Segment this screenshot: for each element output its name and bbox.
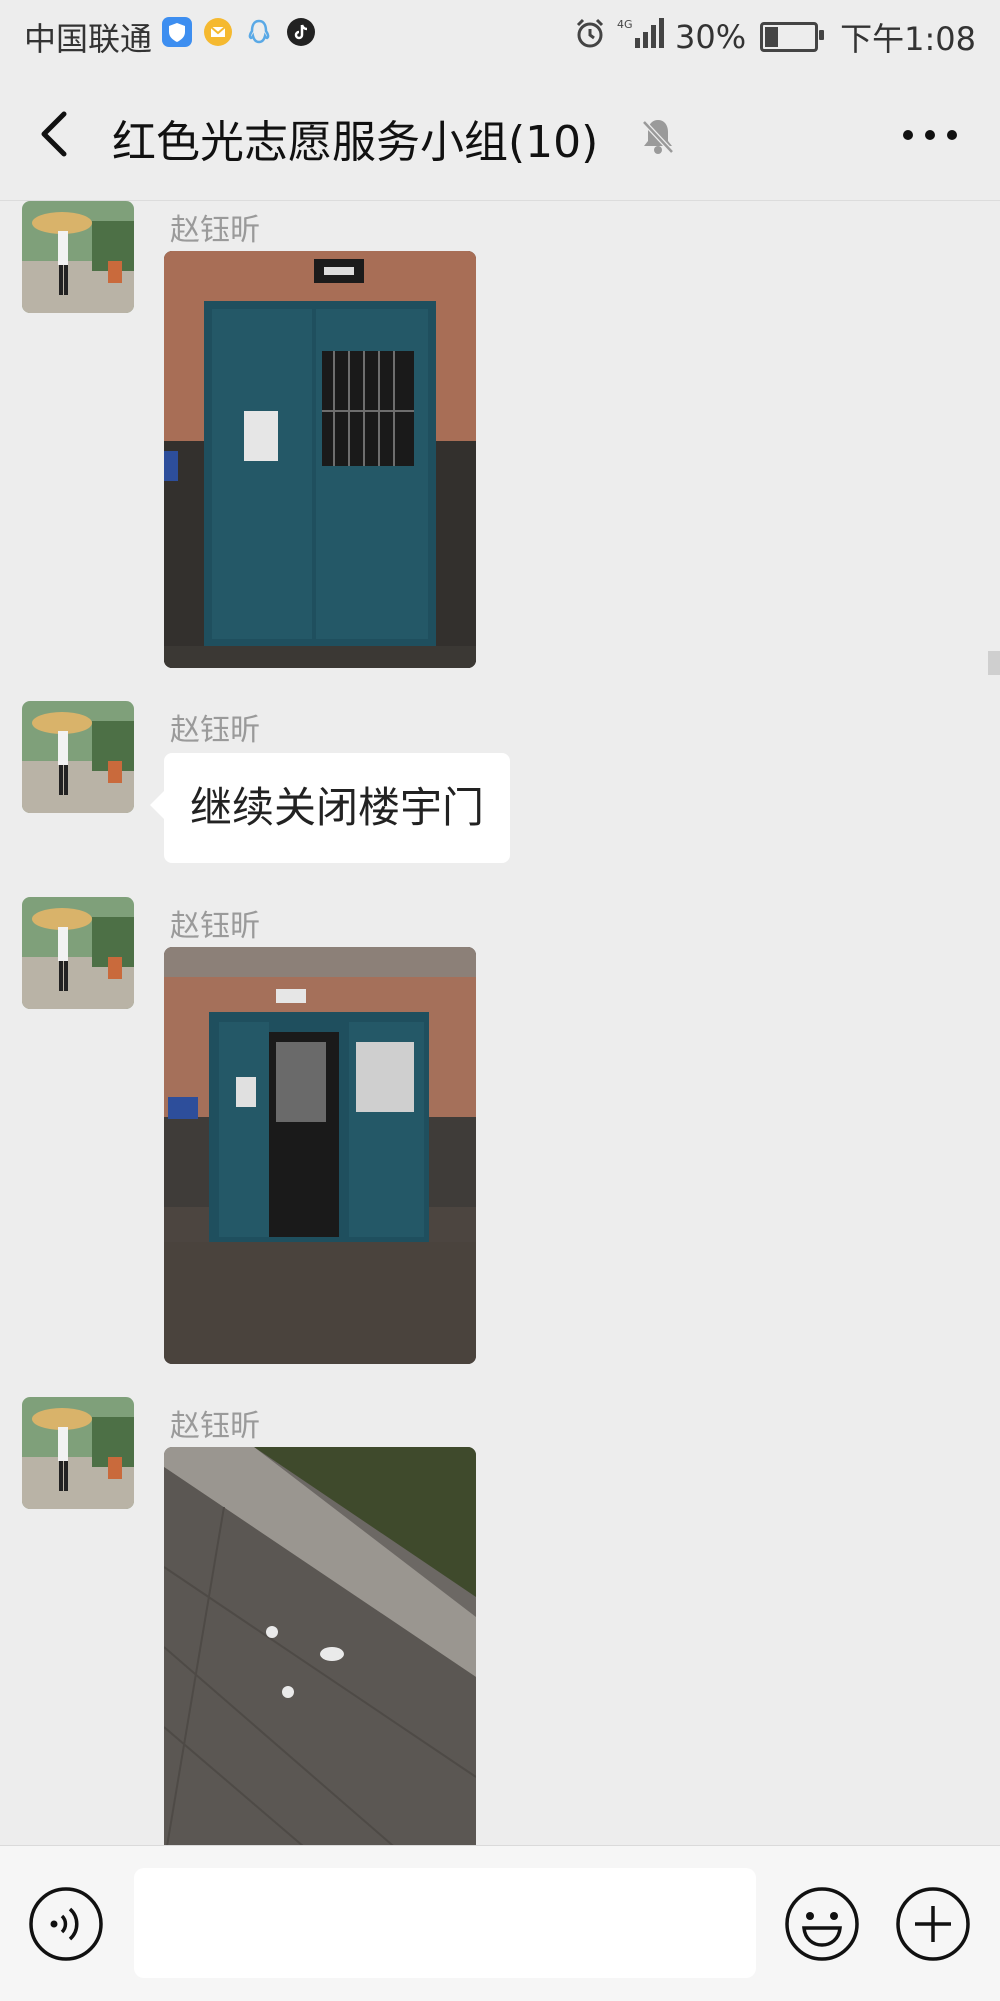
battery-fill [765,27,779,47]
chat-header: 红色光志愿服务小组(10) [0,68,1000,201]
more-dots-icon [903,130,957,140]
emoji-icon [785,1887,859,1961]
pavement-night-photo [164,1447,476,1845]
signal-icon: 4G [617,16,665,58]
more-functions-button[interactable] [895,1886,971,1962]
qq-app-icon [244,17,274,47]
avatar[interactable] [22,701,134,813]
scroll-indicator[interactable] [988,651,1000,675]
image-message[interactable] [164,1447,476,1845]
open-building-door-photo [164,947,476,1364]
sender-name: 赵钰昕 [170,1409,260,1444]
sender-name: 赵钰昕 [170,213,260,248]
sender-name: 赵钰昕 [170,713,260,748]
chat-title: 红色光志愿服务小组(10) [112,117,599,168]
message-list[interactable]: 赵钰昕 赵钰昕 继续关闭楼宇门 赵钰昕 赵钰昕 [0,201,1000,1845]
tiktok-app-icon [286,17,316,47]
network-label: 4G [617,18,633,31]
avatar[interactable] [22,1397,134,1509]
mute-bell-icon [636,114,680,158]
clock: 下午1:08 [840,20,976,58]
image-message[interactable] [164,947,476,1364]
closed-building-door-photo [164,251,476,668]
status-right: 4G 30% 下午1:08 [573,14,976,60]
voice-button[interactable] [28,1886,104,1962]
image-message[interactable] [164,251,476,668]
text-bubble[interactable]: 继续关闭楼宇门 [149,753,511,863]
avatar[interactable] [22,201,134,313]
alarm-icon [573,16,607,58]
battery-percent: 30% [675,18,747,56]
more-options-button[interactable] [900,120,960,150]
voice-icon [29,1887,103,1961]
message-input[interactable] [134,1868,756,1978]
avatar[interactable] [22,897,134,1009]
shield-app-icon [162,17,192,47]
status-bar: 中国联通 4G 30% 下午1:08 [0,0,1000,68]
back-arrow-icon [41,111,67,157]
sender-name: 赵钰昕 [170,909,260,944]
mail-app-icon [203,17,233,47]
emoji-button[interactable] [784,1886,860,1962]
back-button[interactable] [30,104,80,164]
plus-icon [896,1887,970,1961]
input-bar [0,1845,1000,2001]
carrier-label: 中国联通 [24,20,153,58]
battery-icon [760,22,825,52]
